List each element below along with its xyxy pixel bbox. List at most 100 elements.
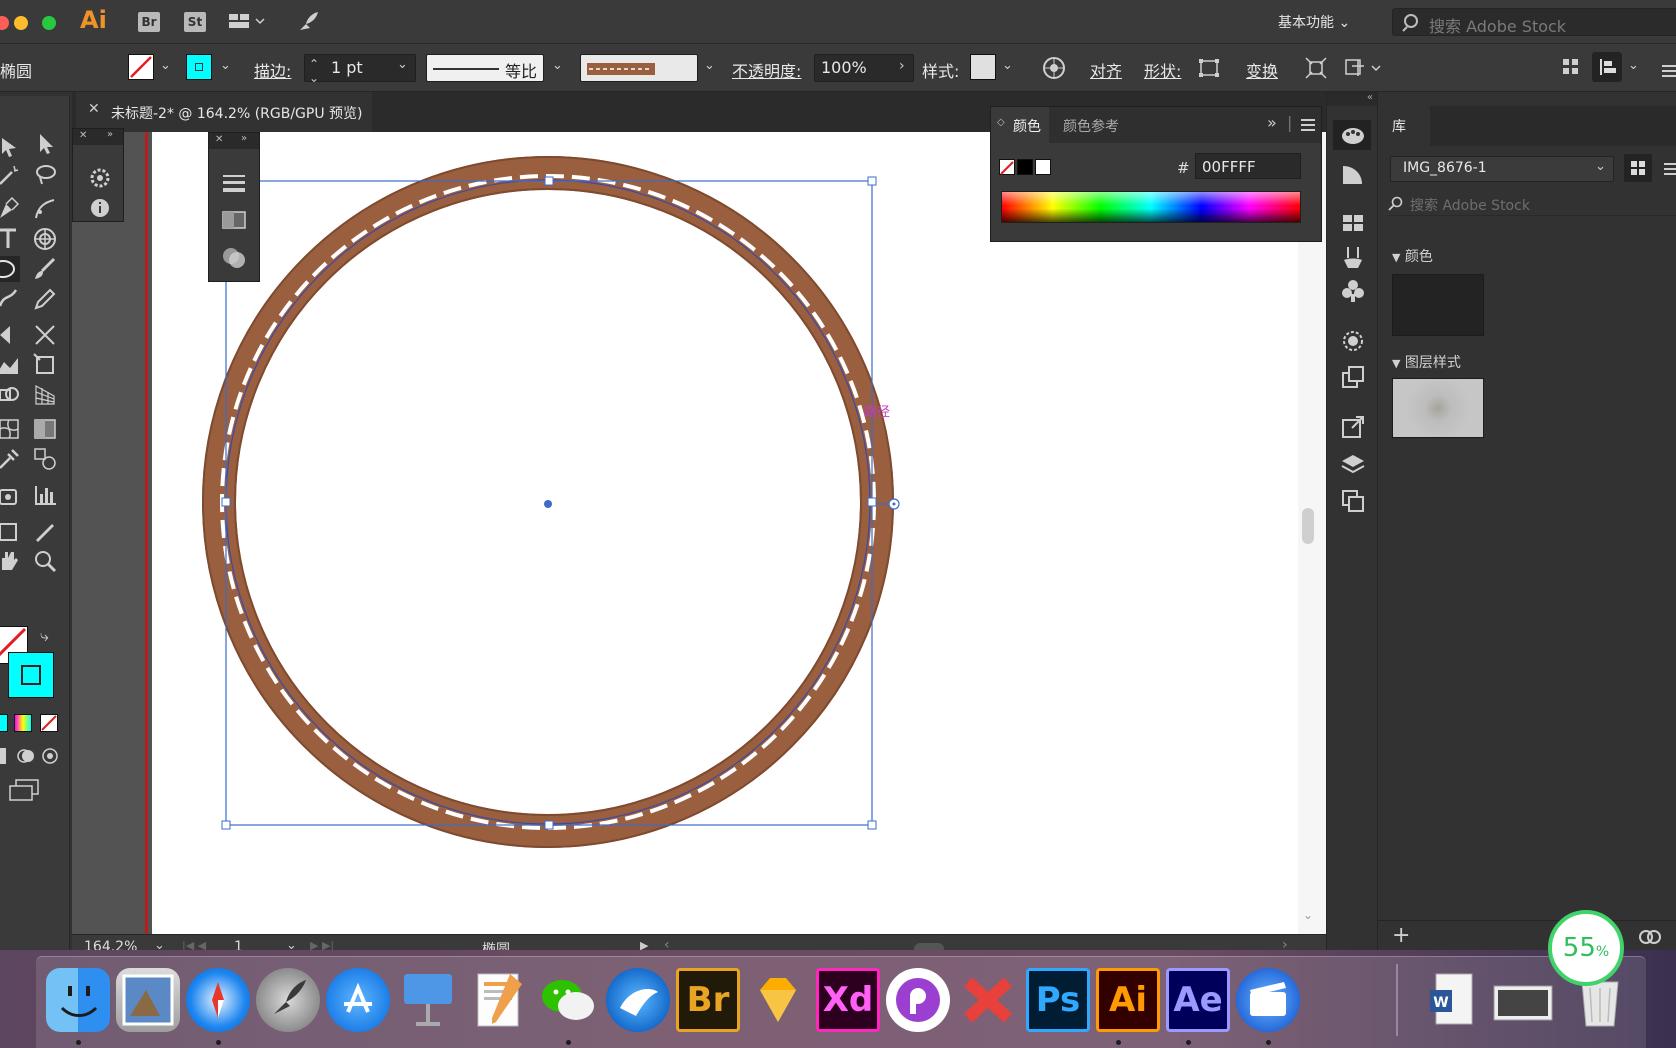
- color-spectrum[interactable]: [1001, 191, 1301, 223]
- export-icon[interactable]: [1340, 414, 1366, 440]
- sketch-diamond-icon: [760, 978, 796, 1022]
- progress-unit: %: [1595, 944, 1610, 960]
- hex-label: #: [1177, 159, 1190, 177]
- rocket-icon: [274, 980, 306, 1014]
- dock-xd[interactable]: Xd: [816, 968, 880, 1032]
- add-content-icon[interactable]: +: [1392, 923, 1410, 948]
- updown-icon: ◇: [997, 117, 1005, 128]
- preview-stamp-icon: [122, 974, 174, 1026]
- search-icon: [1388, 196, 1403, 211]
- none-swatch[interactable]: [999, 159, 1015, 175]
- list-view-icon[interactable]: [1664, 162, 1676, 176]
- expand-icon[interactable]: »: [241, 133, 247, 144]
- dock-picpick[interactable]: [886, 968, 950, 1032]
- grid-view-button[interactable]: [1624, 154, 1652, 182]
- macos-dock: Br Xd Ps Ai Ae W: [0, 950, 1676, 1048]
- resize-handle[interactable]: [867, 176, 877, 186]
- tab-color[interactable]: ◇ 颜色: [991, 107, 1049, 143]
- dock-word-document[interactable]: W: [1420, 968, 1484, 1032]
- symbols-icon[interactable]: [1340, 278, 1366, 304]
- resize-handle[interactable]: [867, 497, 877, 507]
- dock-after-effects[interactable]: Ae: [1166, 968, 1230, 1032]
- resize-handle[interactable]: [221, 497, 231, 507]
- tab-libraries[interactable]: 库: [1378, 106, 1430, 146]
- dock-wechat[interactable]: [536, 968, 600, 1032]
- dock-bridge[interactable]: Br: [676, 968, 740, 1032]
- panel-menu-icon[interactable]: [1301, 119, 1315, 131]
- resize-handle[interactable]: [544, 820, 554, 830]
- libraries-panel: 库 IMG_8676-1 ⌄ 搜索 Adobe Stock ▼ 颜色 ▼ 图层样…: [1378, 92, 1676, 950]
- hex-input[interactable]: 00FFFF: [1195, 153, 1301, 179]
- wechat-icon: [542, 980, 594, 1020]
- pages-icon: [477, 973, 522, 1027]
- library-search-input[interactable]: 搜索 Adobe Stock: [1388, 192, 1676, 216]
- creative-cloud-icon[interactable]: [1638, 927, 1662, 947]
- color-palette-icon[interactable]: [1340, 122, 1366, 148]
- brushes-icon[interactable]: [1340, 244, 1366, 270]
- info-icon[interactable]: [89, 197, 111, 219]
- library-name: IMG_8676-1: [1403, 160, 1487, 176]
- layer-style-thumbnail[interactable]: [1392, 378, 1484, 438]
- color-guide-icon[interactable]: [1340, 162, 1366, 188]
- library-color-swatch[interactable]: [1392, 274, 1484, 336]
- word-document-icon: W: [1430, 973, 1473, 1025]
- dock-xmind[interactable]: [956, 968, 1020, 1032]
- tab-libraries-label: 库: [1392, 119, 1406, 135]
- close-icon[interactable]: ✕: [215, 134, 223, 145]
- resize-handle[interactable]: [544, 176, 554, 186]
- libraries-header: 库: [1378, 106, 1676, 146]
- resize-handle[interactable]: [221, 820, 231, 830]
- black-swatch[interactable]: [1017, 159, 1033, 175]
- picpick-icon: [896, 978, 940, 1022]
- screen-thumbnail-icon: [1493, 985, 1553, 1021]
- xmind-icon: [963, 977, 1013, 1023]
- dock-screen-recording[interactable]: [1490, 968, 1554, 1032]
- dock-preview[interactable]: [116, 968, 180, 1032]
- graphic-styles-icon[interactable]: [1340, 364, 1366, 390]
- gradient-panel-icon[interactable]: [221, 207, 247, 233]
- color-panel-tabs: ◇ 颜色 颜色参考 » |: [991, 107, 1321, 143]
- illustrator-window: Ai Br St 基本功能 ⌄ 搜索 Adobe Stock 椭圆 ⌄ ⌄ 描边…: [0, 0, 1676, 1048]
- appearance-icon[interactable]: [1340, 328, 1366, 354]
- dock-sketch[interactable]: [746, 968, 810, 1032]
- progress-badge: 55%: [1548, 910, 1624, 986]
- dock-pages[interactable]: [466, 968, 530, 1032]
- dock-illustrator[interactable]: Ai: [1096, 968, 1160, 1032]
- center-point[interactable]: [544, 500, 552, 508]
- grid-view-icon: [1631, 161, 1645, 175]
- layers-icon[interactable]: [1340, 452, 1366, 478]
- tab-color-guide[interactable]: 颜色参考: [1063, 116, 1119, 136]
- none-swatch-icon: [1000, 161, 1014, 175]
- dock-keynote[interactable]: [396, 968, 460, 1032]
- expand-icon[interactable]: »: [1267, 113, 1277, 132]
- dock-screenium[interactable]: [1236, 968, 1300, 1032]
- dock-finder[interactable]: [46, 968, 110, 1032]
- section-colors-toggle[interactable]: ▼ 颜色: [1392, 246, 1433, 266]
- gear-icon[interactable]: [87, 165, 113, 191]
- transparency-panel-icon[interactable]: [221, 245, 247, 271]
- expand-icon[interactable]: »: [107, 129, 113, 140]
- disclosure-triangle-icon: ▼: [1392, 251, 1401, 264]
- section-layer-styles-toggle[interactable]: ▼ 图层样式: [1392, 352, 1461, 372]
- app-store-icon: [344, 982, 372, 1013]
- dock-launchpad[interactable]: [256, 968, 320, 1032]
- dock-app-store[interactable]: [326, 968, 390, 1032]
- artboards-icon[interactable]: [1340, 488, 1366, 514]
- chevron-down-icon: ⌄: [1595, 159, 1606, 174]
- collapse-icon[interactable]: «: [1327, 92, 1377, 106]
- smart-guide-label: 路径: [864, 405, 891, 420]
- dock-safari[interactable]: [186, 968, 250, 1032]
- swatches-icon[interactable]: [1340, 210, 1366, 236]
- tab-color-label: 颜色: [1013, 119, 1041, 135]
- dock-sparrow[interactable]: [606, 968, 670, 1032]
- resize-handle[interactable]: [867, 820, 877, 830]
- library-select[interactable]: IMG_8676-1 ⌄: [1390, 156, 1614, 182]
- dock-photoshop[interactable]: Ps: [1026, 968, 1090, 1032]
- close-icon[interactable]: ✕: [79, 130, 87, 141]
- dock-separator: [1396, 964, 1398, 1036]
- hex-value: 00FFFF: [1202, 158, 1256, 176]
- clapperboard-icon: [1250, 982, 1286, 1016]
- stroke-panel-icon[interactable]: [221, 169, 247, 195]
- floating-panel-stroke: ✕»: [208, 132, 260, 282]
- white-swatch[interactable]: [1035, 159, 1051, 175]
